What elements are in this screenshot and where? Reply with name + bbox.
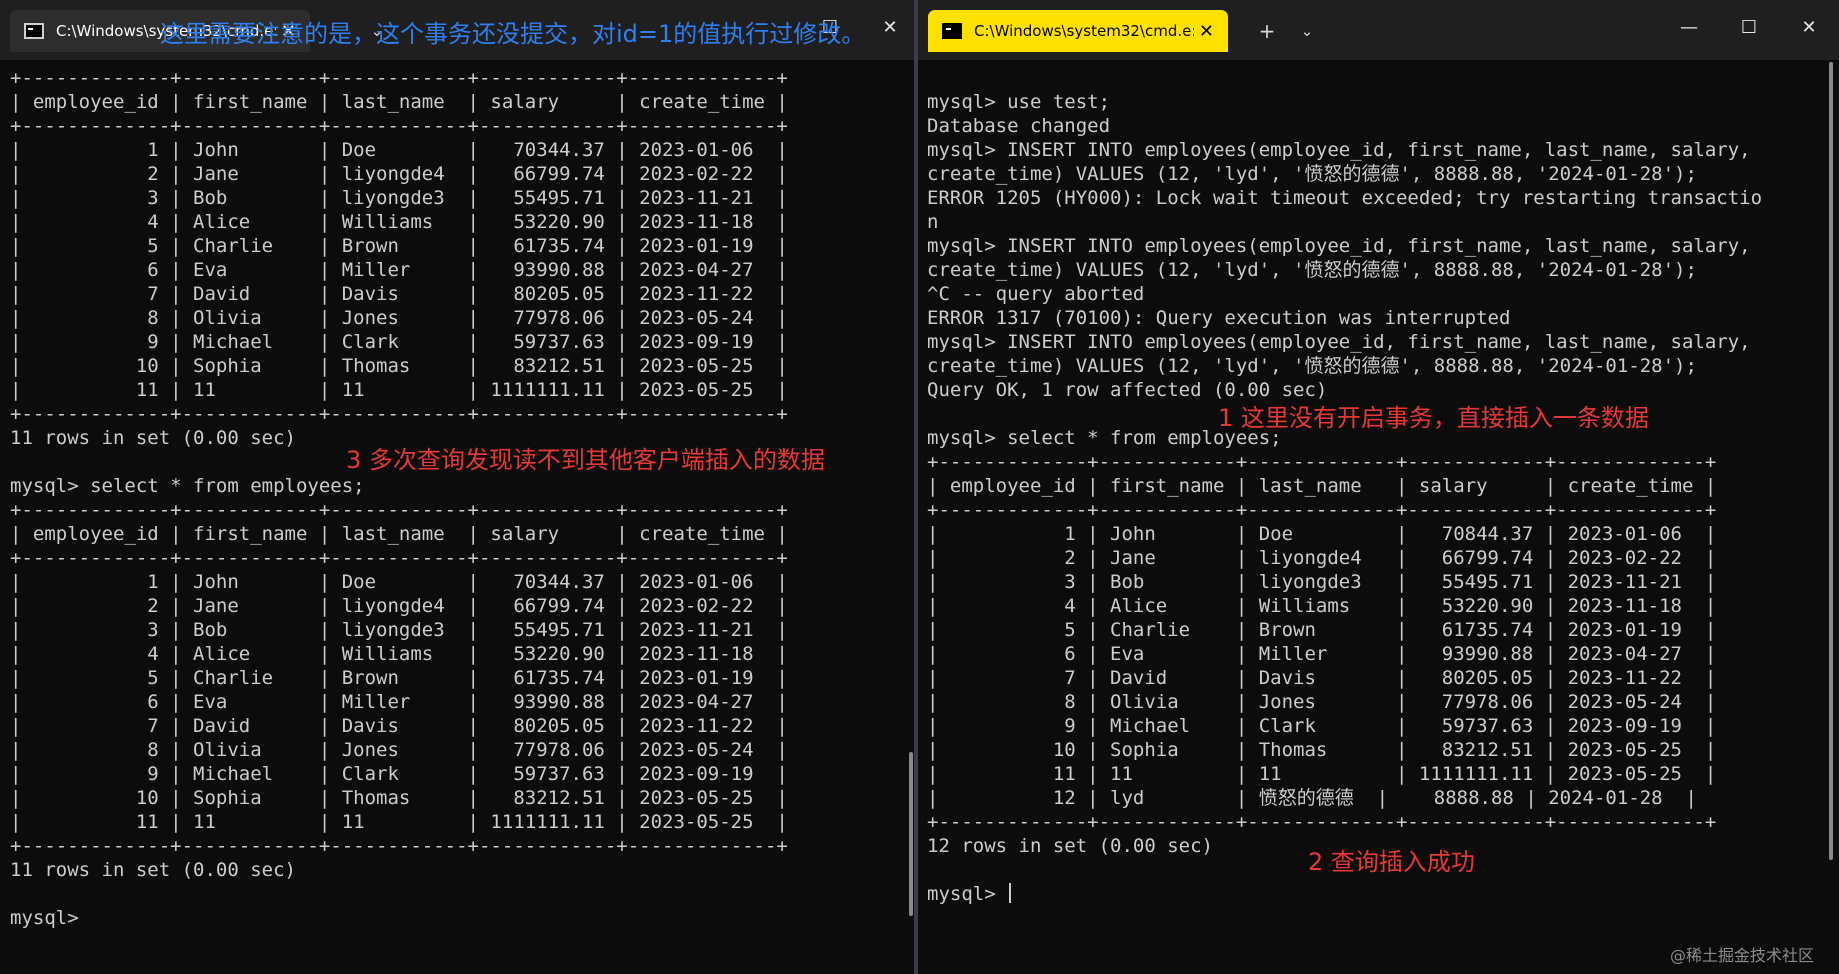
left-console-line: | employee_id | first_name | last_name |… [10,91,788,113]
right-console-line: | 1 | John | Doe | 70844.37 | 2023-01-06… [927,523,1717,545]
right-console-line: +-------------+------------+------------… [927,811,1717,833]
left-console-line: mysql> select * from employees; [10,475,365,497]
right-console-line: create_time) VALUES (12, 'lyd', '愤怒的德德',… [927,355,1697,377]
right-console-line: ERROR 1317 (70100): Query execution was … [927,307,1511,329]
left-console-line: +-------------+------------+------------… [10,115,788,137]
left-console-line: | 8 | Olivia | Jones | 77978.06 | 2023-0… [10,307,788,329]
minimize-icon[interactable]: — [1661,8,1717,46]
left-terminal-window: C:\Windows\system32\cmd.e: ✕ ⌄ ☐ ✕ +----… [0,0,914,974]
right-console-line: n [927,211,939,233]
right-console-line [927,66,1762,90]
right-console-line: +-------------+------------+------------… [927,499,1717,521]
right-console-line: | 11 | 11 | 11 | 1111111.11 | 2023-05-25… [927,763,1717,785]
window-close-icon[interactable]: ✕ [1781,8,1837,46]
right-console-line: | 3 | Bob | liyongde3 | 55495.71 | 2023-… [927,571,1717,593]
text-cursor [1009,883,1012,903]
left-console-line: | 3 | Bob | liyongde3 | 55495.71 | 2023-… [10,187,788,209]
left-console-line: | 5 | Charlie | Brown | 61735.74 | 2023-… [10,235,788,257]
left-console-output[interactable]: +-------------+------------+------------… [10,66,788,930]
left-console-line: | 6 | Eva | Miller | 93990.88 | 2023-04-… [10,691,788,713]
right-console-line: | 6 | Eva | Miller | 93990.88 | 2023-04-… [927,643,1717,665]
left-console-line: +-------------+------------+------------… [10,67,788,89]
right-console-line: | 2 | Jane | liyongde4 | 66799.74 | 2023… [927,547,1717,569]
right-console-line: | 10 | Sophia | Thomas | 83212.51 | 2023… [927,739,1717,761]
left-console-line: | 7 | David | Davis | 80205.05 | 2023-11… [10,283,788,305]
left-console-line: | 4 | Alice | Williams | 53220.90 | 2023… [10,643,788,665]
right-scrollbar[interactable] [1829,62,1833,860]
left-console-line: | 1 | John | Doe | 70344.37 | 2023-01-06… [10,571,788,593]
right-terminal-window: C:\Windows\system32\cmd.e: ✕ + ⌄ — ☐ ✕ m… [918,0,1839,974]
left-console-line: | 8 | Olivia | Jones | 77978.06 | 2023-0… [10,739,788,761]
right-console-line: create_time) VALUES (12, 'lyd', '愤怒的德德',… [927,163,1697,185]
left-console-line: | 11 | 11 | 11 | 1111111.11 | 2023-05-25… [10,811,788,833]
right-console-line: | employee_id | first_name | last_name |… [927,475,1717,497]
watermark: @稀土掘金技术社区 [1670,946,1815,965]
right-title-bar: C:\Windows\system32\cmd.e: ✕ + ⌄ — ☐ ✕ [918,0,1839,60]
right-console-line: | 9 | Michael | Clark | 59737.63 | 2023-… [927,715,1717,737]
left-console-line [10,882,788,906]
right-console-line: mysql> INSERT INTO employees(employee_id… [927,331,1751,353]
new-tab-button[interactable]: + [1250,14,1284,48]
left-console-line: mysql> [10,907,79,929]
right-tab-title: C:\Windows\system32\cmd.e: [974,22,1194,40]
right-console-line: mysql> use test; [927,91,1111,113]
right-console-line: | 8 | Olivia | Jones | 77978.06 | 2023-0… [927,691,1717,713]
right-console-line: | 4 | Alice | Williams | 53220.90 | 2023… [927,595,1717,617]
console-icon [942,23,962,39]
left-console-line: +-------------+------------+------------… [10,499,788,521]
left-console-line: | 7 | David | Davis | 80205.05 | 2023-11… [10,715,788,737]
right-console-line: mysql> INSERT INTO employees(employee_id… [927,235,1751,257]
blue-annotation: 这里需要注意的是，这个事务还没提交，对id=1的值执行过修改。 [160,20,866,48]
left-console-line: | 10 | Sophia | Thomas | 83212.51 | 2023… [10,355,788,377]
right-console-line: | 12 | lyd | 愤怒的德德 | 8888.88 | 2024-01-2… [927,787,1697,809]
window-close-icon[interactable]: ✕ [862,8,914,46]
left-console-line: | 2 | Jane | liyongde4 | 66799.74 | 2023… [10,595,788,617]
left-console-line: 11 rows in set (0.00 sec) [10,859,296,881]
left-console-line: | 10 | Sophia | Thomas | 83212.51 | 2023… [10,787,788,809]
red-annotation-1: 1 这里没有开启事务，直接插入一条数据 [1218,404,1649,432]
left-console-line: | 3 | Bob | liyongde3 | 55495.71 | 2023-… [10,619,788,641]
left-console-line: +-------------+------------+------------… [10,835,788,857]
right-console-line: create_time) VALUES (12, 'lyd', '愤怒的德德',… [927,259,1697,281]
left-console-line: | 11 | 11 | 11 | 1111111.11 | 2023-05-25… [10,379,788,401]
right-console-line: mysql> INSERT INTO employees(employee_id… [927,139,1751,161]
left-console-line: | employee_id | first_name | last_name |… [10,523,788,545]
right-console-line: mysql> [927,882,1762,906]
right-console-output[interactable]: mysql> use test; Database changed mysql> I… [927,66,1762,906]
left-console-line: | 9 | Michael | Clark | 59737.63 | 2023-… [10,763,788,785]
right-console-line: Database changed [927,115,1111,137]
left-console-line: | 6 | Eva | Miller | 93990.88 | 2023-04-… [10,259,788,281]
left-console-line: | 2 | Jane | liyongde4 | 66799.74 | 2023… [10,163,788,185]
left-console-line: | 5 | Charlie | Brown | 61735.74 | 2023-… [10,667,788,689]
console-icon [24,23,44,39]
right-console-line: | 5 | Charlie | Brown | 61735.74 | 2023-… [927,619,1717,641]
left-console-line: | 9 | Michael | Clark | 59737.63 | 2023-… [10,331,788,353]
left-console-line: | 1 | John | Doe | 70344.37 | 2023-01-06… [10,139,788,161]
right-console-line: ^C -- query aborted [927,283,1145,305]
right-console-line: +-------------+------------+------------… [927,451,1717,473]
maximize-icon[interactable]: ☐ [1721,8,1777,46]
left-console-line: | 4 | Alice | Williams | 53220.90 | 2023… [10,211,788,233]
red-annotation-2: 2 查询插入成功 [1308,848,1475,876]
red-annotation-3: 3 多次查询发现读不到其他客户端插入的数据 [346,446,825,474]
left-console-line: +-------------+------------+------------… [10,547,788,569]
close-tab-icon[interactable]: ✕ [1199,21,1214,42]
left-scrollbar[interactable] [909,752,913,916]
right-console-line: ERROR 1205 (HY000): Lock wait timeout ex… [927,187,1763,209]
right-console-line: | 7 | David | Davis | 80205.05 | 2023-11… [927,667,1717,689]
chevron-down-icon[interactable]: ⌄ [1290,14,1324,48]
left-console-line: +-------------+------------+------------… [10,403,788,425]
right-terminal-tab[interactable]: C:\Windows\system32\cmd.e: ✕ [928,10,1228,52]
